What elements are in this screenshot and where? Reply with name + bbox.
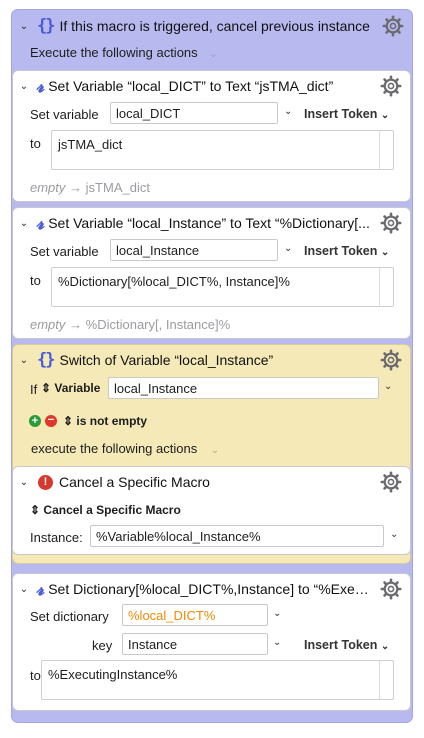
set-dictionary-label: Set dictionary — [30, 609, 109, 624]
execute-following-row: Execute the following actions ⌄ — [30, 45, 218, 60]
arrow-icon: → — [69, 317, 83, 332]
macro-header: ⌄ {} If this macro is triggered, cancel … — [12, 11, 412, 41]
gear-icon[interactable] — [380, 471, 402, 493]
group-braces-icon: {} — [37, 16, 56, 36]
collapse-chevron-icon[interactable]: ⌄ — [14, 21, 34, 32]
updown-chevron-icon: ⇕ — [63, 414, 74, 428]
instance-label: Instance: — [30, 530, 83, 545]
action-cancel-specific-macro: ⌄ ! Cancel a Specific Macro ⇕ Cancel a S… — [12, 466, 411, 555]
action-title: Set Variable “local_Instance” to Text “%… — [48, 215, 370, 231]
condition-popup[interactable]: ⇕ is not empty — [63, 414, 147, 428]
preview-prefix: empty — [30, 180, 66, 195]
collapse-chevron-icon[interactable]: ⌄ — [14, 218, 34, 229]
macro-title: If this macro is triggered, cancel previ… — [59, 18, 370, 34]
updown-chevron-icon: ⇕ — [30, 503, 41, 517]
variable-dropdown-chevron-icon[interactable]: ⌄ — [284, 106, 292, 117]
set-variable-label: Set variable — [30, 107, 99, 122]
action-set-variable-dict: ⌄ 𝓻 Set Variable “local_DICT” to Text “j… — [12, 70, 411, 202]
execute-label: execute the following actions — [31, 441, 198, 456]
variable-name-field[interactable]: local_Instance — [110, 239, 278, 261]
execute-label: Execute the following actions — [30, 45, 198, 60]
execute-following-row: execute the following actions ⌄ — [31, 441, 219, 456]
set-variable-label: Set variable — [30, 244, 99, 259]
gear-icon[interactable] — [380, 75, 402, 97]
to-label: to — [30, 136, 41, 151]
variable-name-field[interactable]: local_DICT — [110, 102, 278, 124]
text-area-scrollbar[interactable] — [379, 661, 393, 699]
text-value: %Dictionary[%local_DICT%, Instance]% — [58, 274, 290, 289]
collapse-chevron-icon[interactable]: ⌄ — [14, 584, 34, 595]
variable-x-icon: 𝓻 — [36, 212, 45, 234]
text-area-scrollbar[interactable] — [379, 131, 393, 169]
variable-type-popup[interactable]: ⇕ Variable — [41, 381, 100, 395]
collapse-chevron-icon[interactable]: ⌄ — [14, 81, 34, 92]
preview-line: empty → %Dictionary[, Instance]% — [30, 317, 230, 332]
chevron-down-icon[interactable]: ⌄ — [211, 445, 219, 456]
preview-prefix: empty — [30, 317, 66, 332]
to-label: to — [30, 273, 41, 288]
preview-value: jsTMA_dict — [85, 180, 150, 195]
instance-dropdown-chevron-icon[interactable]: ⌄ — [390, 529, 398, 540]
action-title: Set Dictionary[%local_DICT%,Instance] to… — [48, 581, 372, 597]
variable-dropdown-chevron-icon[interactable]: ⌄ — [284, 243, 292, 254]
action-title: Switch of Variable “local_Instance” — [59, 352, 274, 368]
cancel-alert-icon: ! — [38, 474, 53, 490]
cancel-mode-popup[interactable]: ⇕ Cancel a Specific Macro — [30, 503, 181, 517]
chevron-down-icon[interactable]: ⌄ — [209, 49, 217, 60]
action-title: Set Variable “local_DICT” to Text “jsTMA… — [48, 78, 334, 94]
variable-x-icon: 𝓻 — [36, 75, 45, 97]
dictionary-dropdown-chevron-icon[interactable]: ⌄ — [273, 608, 281, 619]
preview-value: %Dictionary[, Instance]% — [85, 317, 231, 332]
gear-icon[interactable] — [382, 15, 404, 37]
variable-x-icon: 𝓻 — [36, 578, 45, 600]
gear-icon[interactable] — [380, 578, 402, 600]
gear-icon[interactable] — [380, 212, 402, 234]
collapse-chevron-icon[interactable]: ⌄ — [14, 355, 34, 366]
gear-icon[interactable] — [380, 349, 402, 371]
preview-line: empty → jsTMA_dict — [30, 180, 150, 195]
action-set-dictionary: ⌄ 𝓻 Set Dictionary[%local_DICT%,Instance… — [12, 573, 411, 711]
action-title: Cancel a Specific Macro — [59, 474, 210, 490]
key-label: key — [92, 638, 113, 653]
instance-field[interactable]: %Variable%local_Instance% — [90, 525, 384, 547]
collapse-chevron-icon[interactable]: ⌄ — [14, 477, 34, 488]
if-label: If — [30, 382, 38, 397]
to-value: %ExecutingInstance% — [48, 667, 178, 682]
updown-chevron-icon: ⇕ — [41, 381, 52, 395]
insert-token-button[interactable]: Insert Token ⌄ — [304, 638, 389, 652]
key-dropdown-chevron-icon[interactable]: ⌄ — [273, 637, 281, 648]
to-value-area[interactable]: %ExecutingInstance% — [41, 660, 394, 700]
text-value: jsTMA_dict — [58, 137, 123, 152]
action-set-variable-instance: ⌄ 𝓻 Set Variable “local_Instance” to Tex… — [12, 207, 411, 339]
key-field[interactable]: Instance — [122, 633, 268, 655]
dictionary-name-field[interactable]: %local_DICT% — [122, 604, 268, 626]
variable-dropdown-chevron-icon[interactable]: ⌄ — [384, 381, 392, 392]
switch-variable-field[interactable]: local_Instance — [108, 377, 379, 399]
arrow-icon: → — [69, 180, 83, 195]
add-condition-icon[interactable]: + — [29, 415, 41, 427]
remove-condition-icon[interactable]: − — [45, 415, 57, 427]
insert-token-button[interactable]: Insert Token ⌄ — [304, 244, 389, 258]
switch-braces-icon: {} — [37, 350, 56, 370]
insert-token-button[interactable]: Insert Token ⌄ — [304, 107, 389, 121]
condition-row: + − ⇕ is not empty — [29, 414, 147, 428]
text-value-area[interactable]: jsTMA_dict — [51, 130, 394, 170]
text-value-area[interactable]: %Dictionary[%local_DICT%, Instance]% — [51, 267, 394, 307]
text-area-scrollbar[interactable] — [379, 268, 393, 306]
